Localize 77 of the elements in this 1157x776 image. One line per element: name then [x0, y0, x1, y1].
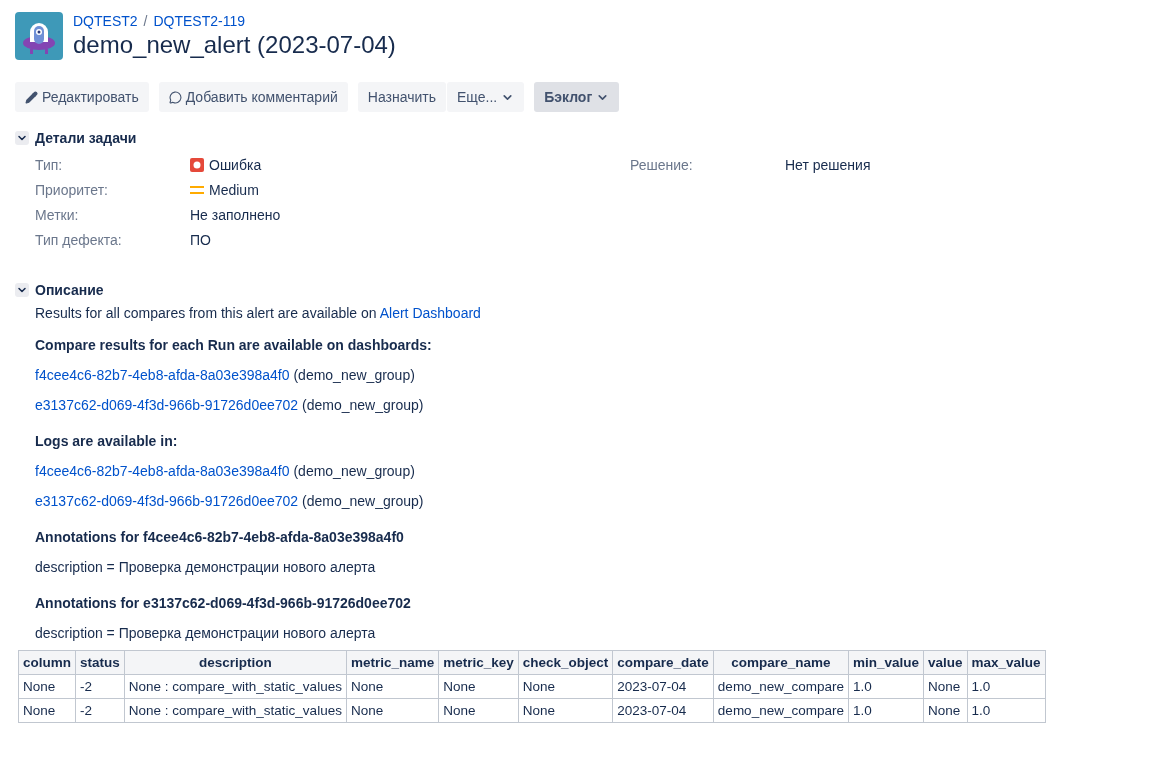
column-header: compare_name: [713, 650, 849, 675]
toolbar-button[interactable]: Назначить: [357, 82, 446, 112]
field-label: Тип:: [35, 156, 64, 173]
field-value: Не заполнено: [190, 206, 281, 223]
column-header: metric_name: [346, 650, 439, 675]
table-cell: 1.0: [967, 698, 1046, 723]
toggle-icon[interactable]: [15, 131, 29, 145]
table-cell: -2: [75, 698, 125, 723]
section-title: Детали задачи: [35, 130, 137, 146]
description-heading: Logs are available in:: [35, 433, 178, 449]
description-heading: Compare results for each Run are available on dashboards:: [35, 337, 432, 353]
field-label: Приоритет:: [35, 181, 109, 198]
field-value: Medium: [209, 181, 259, 198]
status-button[interactable]: Бэклог: [534, 82, 620, 112]
table-cell: None: [18, 698, 76, 723]
column-header: metric_key: [438, 650, 519, 675]
table-cell: None: [18, 674, 76, 699]
annotation-text: description = Проверка демонстрации нового алерта: [35, 625, 376, 641]
group-name: (demo_new_group): [302, 493, 424, 509]
column-header: max_value: [967, 650, 1046, 675]
column-header: status: [75, 650, 125, 675]
table-cell: None: [923, 674, 967, 699]
field-label: Тип дефекта:: [35, 231, 123, 248]
column-header: column: [18, 650, 76, 675]
table-cell: None : compare_with_static_values: [124, 674, 347, 699]
run-link[interactable]: e3137c62-d069-4f3d-966b-91726d0ee702: [35, 493, 299, 509]
field-value: Нет решения: [785, 156, 871, 173]
table-cell: None: [518, 674, 613, 699]
table-cell: -2: [75, 674, 125, 699]
breadcrumb-link[interactable]: DQTEST2: [73, 13, 138, 29]
toolbar-button[interactable]: Редактировать: [15, 82, 149, 112]
table-cell: None : compare_with_static_values: [124, 698, 347, 723]
breadcrumb-separator: /: [143, 13, 148, 29]
table-cell: None: [438, 698, 519, 723]
toolbar-button[interactable]: Добавить комментарий: [158, 82, 348, 112]
table-cell: 1.0: [967, 674, 1046, 699]
column-header: compare_date: [612, 650, 714, 675]
table-cell: 1.0: [848, 674, 924, 699]
bug-type-icon: [190, 157, 204, 172]
description-heading: Annotations for f4cee4c6-82b7-4eb8-afda-8a03e398a4f0: [35, 529, 404, 545]
column-header: value: [923, 650, 967, 675]
field-value: ПО: [190, 231, 211, 248]
field-value: Ошибка: [209, 156, 262, 173]
breadcrumb-link[interactable]: DQTEST2-119: [153, 13, 245, 29]
table-cell: None: [438, 674, 519, 699]
table-cell: None: [923, 698, 967, 723]
table-cell: 1.0: [848, 698, 924, 723]
toggle-icon[interactable]: [15, 283, 29, 297]
group-name: (demo_new_group): [293, 463, 415, 479]
run-link[interactable]: f4cee4c6-82b7-4eb8-afda-8a03e398a4f0: [35, 463, 290, 479]
description-heading: Annotations for e3137c62-d069-4f3d-966b-91726d0ee702: [35, 595, 411, 611]
description-sentence: Results for all compares from this alert are available on Alert Dashboard: [35, 305, 481, 321]
column-header: description: [124, 650, 347, 675]
project-avatar-icon: [15, 12, 63, 60]
table-cell: demo_new_compare: [713, 674, 849, 699]
field-label: Решение:: [630, 156, 694, 173]
table-cell: demo_new_compare: [713, 698, 849, 723]
column-header: min_value: [848, 650, 924, 675]
field-label: Метки:: [35, 206, 80, 223]
run-link[interactable]: e3137c62-d069-4f3d-966b-91726d0ee702: [35, 397, 299, 413]
issue-title: demo_new_alert (2023-07-04): [73, 31, 396, 59]
more-button[interactable]: Еще...: [447, 82, 525, 112]
table-cell: None: [518, 698, 613, 723]
table-cell: 2023-07-04: [612, 674, 714, 699]
comment-icon: [168, 90, 182, 104]
dashboard-link[interactable]: Alert Dashboard: [379, 305, 481, 321]
run-link[interactable]: f4cee4c6-82b7-4eb8-afda-8a03e398a4f0: [35, 367, 290, 383]
table-cell: None: [346, 698, 439, 723]
column-header: check_object: [518, 650, 613, 675]
table-cell: 2023-07-04: [612, 698, 714, 723]
annotation-text: description = Проверка демонстрации нового алерта: [35, 559, 376, 575]
group-name: (demo_new_group): [293, 367, 415, 383]
pencil-icon: [25, 90, 38, 104]
table-cell: None: [346, 674, 439, 699]
group-name: (demo_new_group): [302, 397, 424, 413]
section-title: Описание: [35, 282, 104, 298]
priority-icon: [190, 184, 204, 195]
